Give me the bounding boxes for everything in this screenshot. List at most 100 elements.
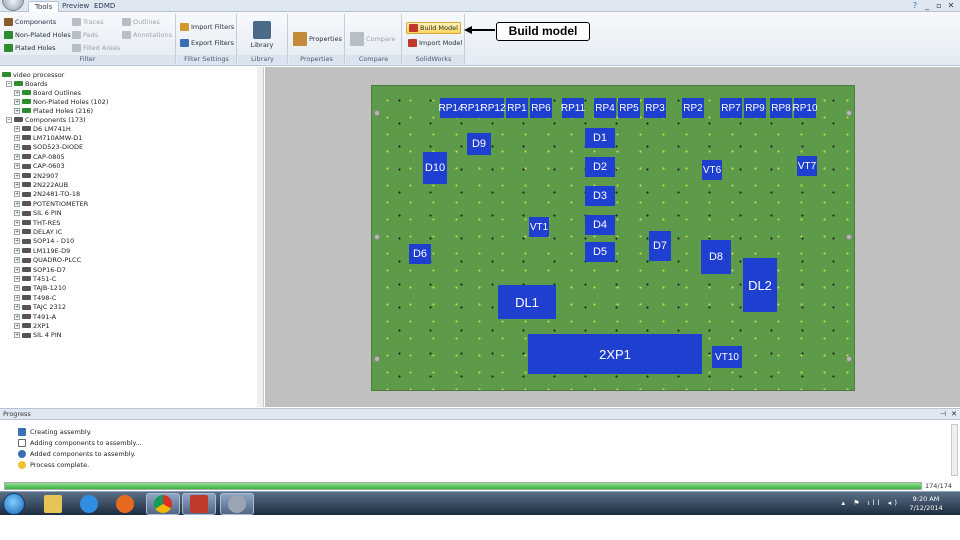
restore-button[interactable]: ▫: [934, 1, 944, 11]
collapse-icon[interactable]: −: [6, 80, 12, 87]
import-filters-button[interactable]: Import Filters: [180, 23, 234, 31]
resistor-pack-rp10[interactable]: RP10: [793, 98, 818, 118]
component-vt1[interactable]: VT1: [529, 217, 549, 237]
component-dl1[interactable]: DL1: [498, 285, 556, 319]
tree-component-item[interactable]: + DELAY IC: [14, 227, 62, 236]
tree-root[interactable]: video processor: [2, 70, 64, 79]
tree-component-item[interactable]: + THT-RES: [14, 218, 60, 227]
component-vt7[interactable]: VT7: [797, 156, 817, 176]
expand-icon[interactable]: +: [14, 294, 20, 301]
plated-holes-filter[interactable]: Plated Holes: [4, 44, 56, 52]
expand-icon[interactable]: +: [14, 275, 20, 282]
resistor-pack-rp7[interactable]: RP7: [720, 98, 742, 118]
expand-icon[interactable]: +: [14, 153, 20, 160]
progress-scrollbar[interactable]: [951, 424, 958, 476]
expand-icon[interactable]: +: [14, 125, 20, 132]
resistor-pack-rp12[interactable]: RP12: [481, 98, 506, 118]
component-vt6[interactable]: VT6: [702, 160, 722, 180]
tab-tools[interactable]: Tools: [28, 1, 60, 12]
traces-filter[interactable]: Traces: [72, 18, 104, 26]
resistor-pack-rp3[interactable]: RP3: [644, 98, 666, 118]
tree-non-plated-holes[interactable]: + Non-Plated Holes (102): [14, 97, 108, 106]
tree-board-outlines[interactable]: + Board Outlines: [14, 88, 81, 97]
tree-scrollbar[interactable]: [257, 67, 263, 407]
build-model-button[interactable]: Build Model: [406, 22, 461, 34]
tree-component-item[interactable]: +2N222AUB: [14, 180, 68, 189]
resistor-pack-rp14[interactable]: RP14: [439, 98, 464, 118]
component-d3[interactable]: D3: [585, 186, 615, 206]
help-icon[interactable]: ?: [910, 1, 920, 11]
tree-component-item[interactable]: + CAP-0805: [14, 152, 65, 161]
tree-component-item[interactable]: + LM119E-D9: [14, 246, 70, 255]
compare-button[interactable]: Compare: [350, 32, 396, 46]
expand-icon[interactable]: +: [14, 200, 20, 207]
expand-icon[interactable]: +: [14, 107, 20, 114]
internet-explorer-button[interactable]: [72, 493, 106, 515]
expand-icon[interactable]: +: [14, 210, 20, 217]
expand-icon[interactable]: +: [14, 322, 20, 329]
expand-icon[interactable]: +: [14, 134, 20, 141]
component-dl2[interactable]: DL2: [743, 258, 777, 312]
tree-component-item[interactable]: + LM710AMW-D1: [14, 133, 82, 142]
expand-icon[interactable]: +: [14, 313, 20, 320]
tree-component-item[interactable]: +2N2907: [14, 171, 59, 180]
annotations-filter[interactable]: Annotations: [122, 31, 172, 39]
component-d1[interactable]: D1: [585, 128, 615, 148]
collapse-icon[interactable]: −: [6, 116, 12, 123]
expand-icon[interactable]: +: [14, 247, 20, 254]
export-filters-button[interactable]: Export Filters: [180, 39, 234, 47]
component-d9[interactable]: D9: [467, 133, 491, 155]
tree-component-item[interactable]: + T498-C: [14, 293, 56, 302]
tree-component-item[interactable]: +2XP1: [14, 321, 50, 330]
component-d2[interactable]: D2: [585, 157, 615, 177]
tree-component-item[interactable]: + SIL 4 PIN: [14, 331, 62, 340]
expand-icon[interactable]: +: [14, 285, 20, 292]
tree-component-item[interactable]: + D6 LM741H: [14, 124, 71, 133]
filled-areas-filter[interactable]: Filled Areas: [72, 44, 120, 52]
resistor-pack-rp6[interactable]: RP6: [530, 98, 552, 118]
system-tray[interactable]: ▴ ⚑ ıll ◂): [841, 499, 900, 507]
component-vt10[interactable]: VT10: [712, 346, 742, 368]
tree-component-item[interactable]: + TAJC 2312: [14, 303, 66, 312]
expand-icon[interactable]: +: [14, 228, 20, 235]
expand-icon[interactable]: +: [14, 144, 20, 151]
expand-icon[interactable]: +: [14, 181, 20, 188]
tree-component-item[interactable]: + SOD523-DIODE: [14, 143, 83, 152]
circuitworks-button[interactable]: [220, 493, 254, 515]
expand-icon[interactable]: +: [14, 257, 20, 264]
component-d8[interactable]: D8: [701, 240, 731, 274]
resistor-pack-rp2[interactable]: RP2: [682, 98, 704, 118]
resistor-pack-rp1[interactable]: RP1: [506, 98, 528, 118]
component-d4[interactable]: D4: [585, 215, 615, 235]
explorer-button[interactable]: [36, 493, 70, 515]
minimize-button[interactable]: _: [922, 1, 932, 11]
pcb-board[interactable]: D1 D2 D3 D4 D5 D6 D7 D8 D9 D10 DL1 DL2 V…: [371, 85, 855, 391]
expand-icon[interactable]: +: [14, 266, 20, 273]
tree-component-item[interactable]: + QUADRO-PLCC: [14, 256, 81, 265]
properties-button[interactable]: Properties: [293, 32, 342, 46]
expand-icon[interactable]: +: [14, 219, 20, 226]
expand-icon[interactable]: +: [14, 238, 20, 245]
connector-2xp1[interactable]: 2XP1: [528, 334, 702, 374]
clock[interactable]: 9:20 AM 7/12/2014: [906, 495, 946, 513]
component-d10[interactable]: D10: [423, 152, 447, 184]
tab-edmd[interactable]: EDMD: [88, 1, 121, 12]
expand-icon[interactable]: +: [14, 163, 20, 170]
expand-icon[interactable]: +: [14, 172, 20, 179]
resistor-pack-rp5[interactable]: RP5: [618, 98, 640, 118]
library-button[interactable]: Library: [242, 17, 282, 49]
solidworks-button[interactable]: [182, 493, 216, 515]
components-filter[interactable]: Components: [4, 18, 56, 26]
tree-component-item[interactable]: + POTENTIOMETER: [14, 199, 88, 208]
outlines-filter[interactable]: Outlines: [122, 18, 160, 26]
tree-components[interactable]: − Components (173): [6, 115, 86, 124]
tree-component-item[interactable]: + SOP16-D7: [14, 265, 66, 274]
expand-icon[interactable]: +: [14, 98, 20, 105]
close-panel-button[interactable]: ✕: [951, 409, 957, 419]
tree-component-item[interactable]: + CAP-0603: [14, 162, 65, 171]
tree-component-item[interactable]: +2N2481-TO-18: [14, 190, 80, 199]
start-button[interactable]: [3, 493, 25, 515]
pin-icon[interactable]: ⊣: [940, 409, 946, 419]
component-d6[interactable]: D6: [409, 244, 431, 264]
firefox-button[interactable]: [108, 493, 142, 515]
